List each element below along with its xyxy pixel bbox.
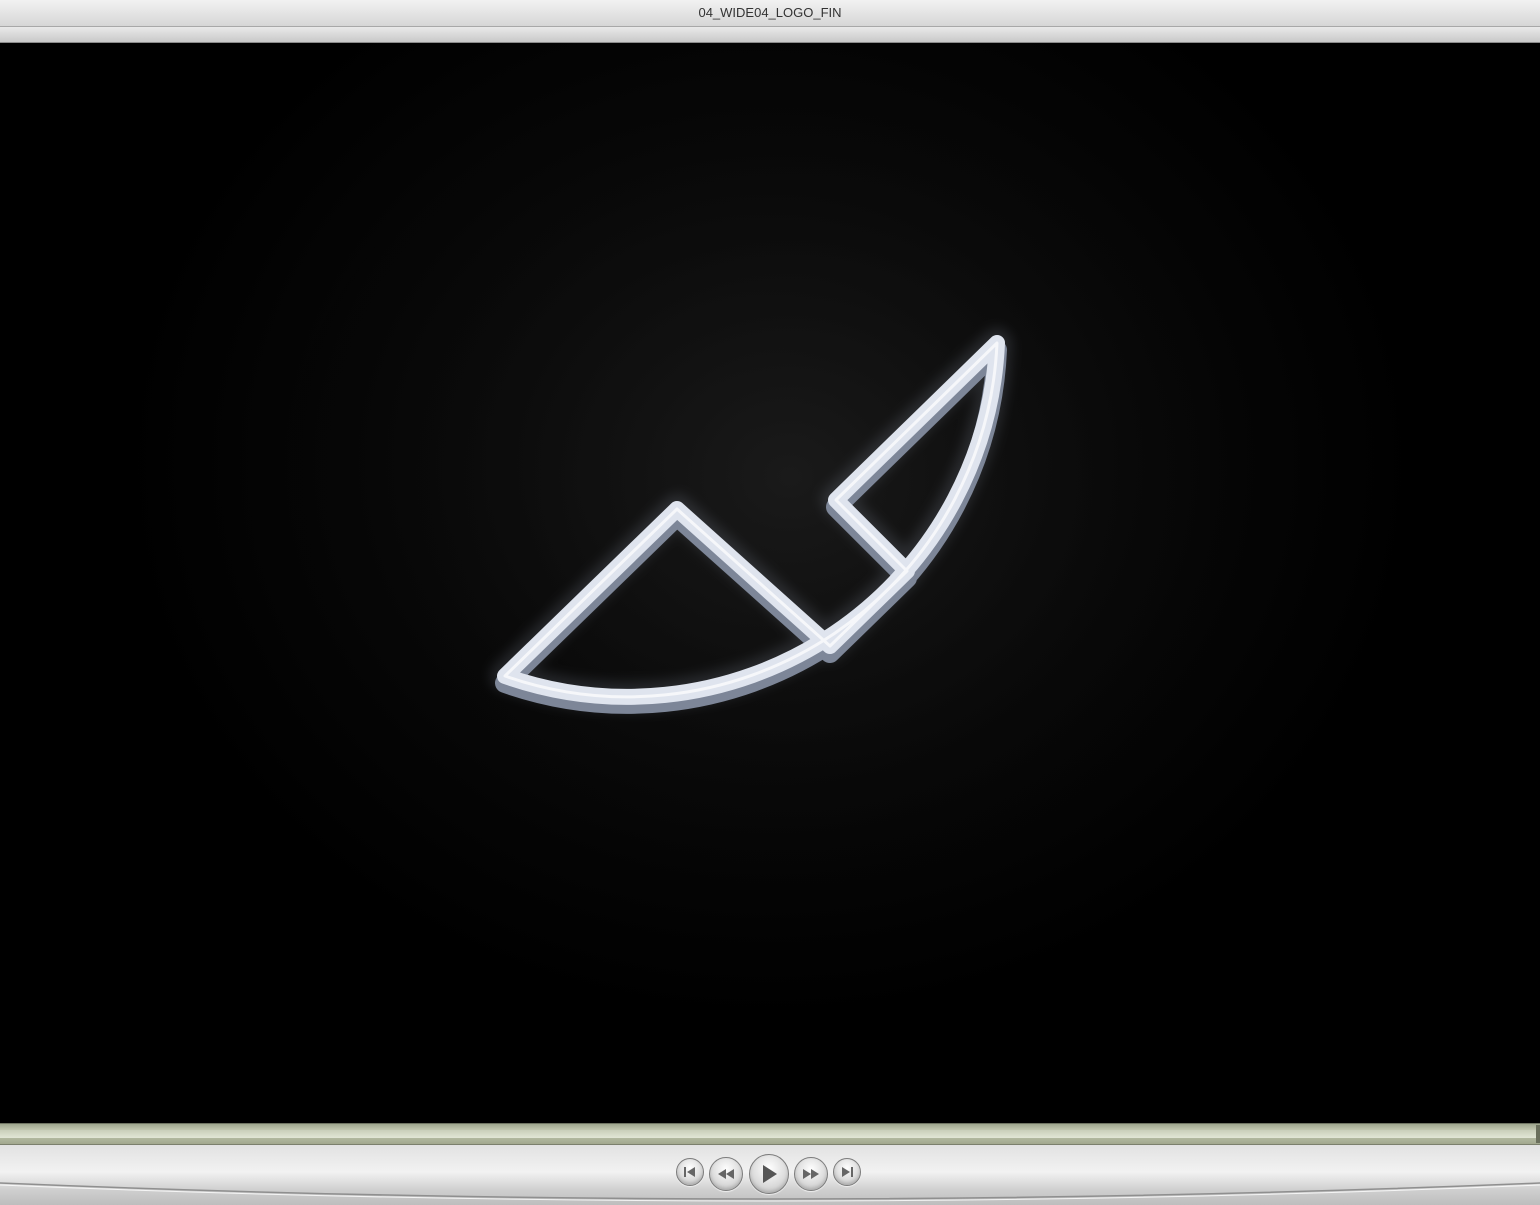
logo-graphic [270, 63, 1310, 983]
timeline-scrubber[interactable] [0, 1123, 1540, 1145]
play-button[interactable] [749, 1154, 789, 1194]
skip-to-end-button[interactable] [833, 1158, 861, 1186]
playhead-handle[interactable] [1536, 1125, 1540, 1143]
fast-forward-icon [803, 1169, 819, 1179]
rewind-icon [718, 1169, 734, 1179]
play-icon [763, 1165, 777, 1183]
title-bar[interactable]: 04_WIDE04_LOGO_FIN [0, 0, 1540, 27]
control-bar [0, 1145, 1540, 1205]
fast-forward-button[interactable] [794, 1157, 828, 1191]
timeline-track[interactable] [0, 1130, 1540, 1138]
skip-to-end-icon [842, 1167, 853, 1177]
quicktime-player-window: 04_WIDE04_LOGO_FIN [0, 0, 1540, 1205]
window-title: 04_WIDE04_LOGO_FIN [698, 5, 842, 20]
skip-to-start-button[interactable] [676, 1158, 704, 1186]
video-frame[interactable] [0, 43, 1540, 1123]
top-chrome-strip [0, 27, 1540, 43]
rewind-button[interactable] [709, 1157, 743, 1191]
skip-to-start-icon [684, 1167, 695, 1177]
